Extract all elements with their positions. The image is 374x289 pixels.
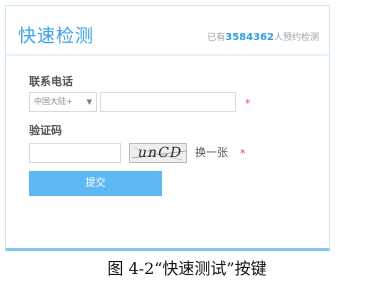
captcha-label: 验证码 (29, 124, 62, 137)
region-select-value: 中国大陆+ (34, 97, 73, 106)
submit-button[interactable]: 提交 (29, 171, 162, 196)
phone-input[interactable] (100, 92, 236, 112)
phone-required-mark: * (245, 97, 251, 110)
card-header: 快速检测 已有3584362人预约检测 (6, 6, 329, 56)
reservation-prefix: 已有 (207, 33, 226, 43)
captcha-required-mark: * (240, 147, 246, 160)
reservation-suffix: 人预约检测 (273, 33, 319, 43)
card-title: 快速检测 (18, 26, 94, 47)
captcha-image[interactable]: unCD (129, 143, 187, 163)
captcha-input[interactable] (29, 143, 121, 163)
quick-test-card: 快速检测 已有3584362人预约检测 联系电话 中国大陆+ ▼ * 验证码 u… (5, 5, 330, 251)
figure-caption: 图 4-2“快速测试”按键 (107, 259, 267, 278)
reservation-counter: 已有3584362人预约检测 (207, 31, 319, 45)
chevron-down-icon: ▼ (86, 98, 92, 106)
phone-label: 联系电话 (29, 75, 73, 88)
captcha-text: unCD (136, 145, 184, 161)
refresh-captcha-link[interactable]: 换一张 (195, 146, 228, 159)
region-select[interactable]: 中国大陆+ ▼ (29, 92, 97, 112)
reservation-count: 3584362 (225, 32, 274, 43)
